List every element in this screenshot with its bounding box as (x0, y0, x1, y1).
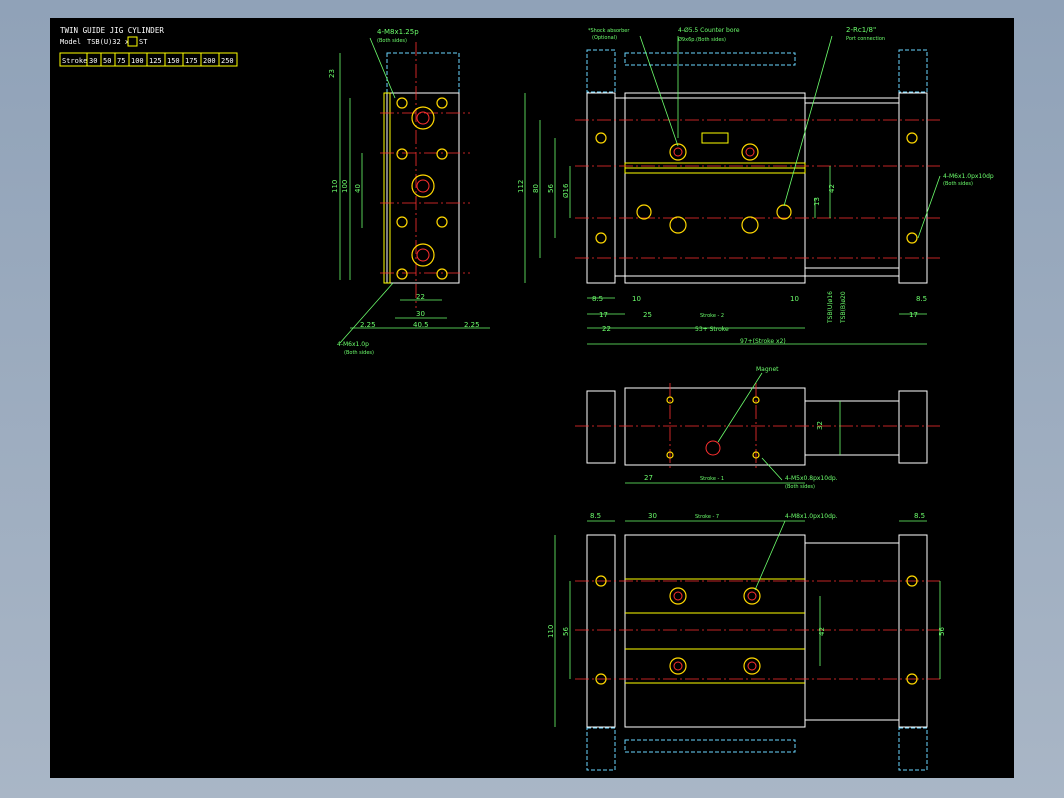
dim-53-plus-stroke: 53+ Stroke (695, 326, 729, 333)
stroke-value: 100 (131, 57, 144, 65)
title-block: TWIN GUIDE JIG CYLINDER Model TSB(U)32 x… (59, 26, 238, 67)
side-view-holes (666, 396, 760, 459)
bottom-view: 8.5 30 Stroke - 7 4-M8x1.0px10dp. 8.5 11… (547, 512, 946, 771)
dim-27: 27 (644, 474, 653, 482)
dim-56-bottom-left: 56 (562, 627, 570, 636)
dim-stroke-minus-2: Stroke - 2 (700, 313, 724, 319)
dim-80: 80 (532, 184, 540, 193)
left-tap-bottom-sub: (Both sides) (344, 350, 374, 356)
front-view-centerlines (575, 119, 940, 259)
shock-absorber-note: *Shock absorber (588, 28, 630, 34)
model-value: TSB(U)32 x (87, 38, 129, 46)
dim-dia16: Ø16 (562, 183, 570, 198)
left-tap-top-sub: (Both sides) (377, 38, 407, 44)
stroke-value: 200 (203, 57, 216, 65)
left-view-holes (396, 97, 448, 280)
front-view-holes (595, 132, 918, 244)
port-note: 2-Rc1/8" (846, 26, 876, 34)
magnet-note: Magnet (756, 366, 779, 373)
side-tap-note: 4-M5x0.8px10dp. (785, 475, 838, 482)
right-tap-note: 4-M6x1.0px10dp (943, 173, 994, 180)
counter-bore-sub: Ø9x6p.(Both sides) (678, 36, 726, 43)
counter-bore-note: 4-Ø5.5 Counter bore (678, 27, 740, 34)
dim-110: 110 (331, 180, 339, 193)
left-tap-bottom-note: 4-M6x1.0p (337, 341, 369, 348)
model-label: Model (60, 38, 81, 46)
dim-17-right: 17 (909, 311, 918, 319)
shock-absorber-sub: (Optional) (592, 35, 617, 41)
dim-110-bottom: 110 (547, 625, 555, 638)
dim-56: 56 (547, 184, 555, 193)
bottom-tap-note: 4-M8x1.0px10dp. (785, 513, 838, 520)
dim-2-25-left: 2.25 (360, 321, 376, 329)
left-tap-top-note: 4-M8x1.25p (377, 28, 419, 36)
dim-97-plus-stroke: 97+(Stroke x2) (740, 338, 786, 345)
side-tap-sub: (Both sides) (785, 484, 815, 490)
drawing-viewport[interactable]: TWIN GUIDE JIG CYLINDER Model TSB(U)32 x… (50, 18, 1014, 778)
dim-25: 25 (643, 311, 652, 319)
left-end-view: 4-M8x1.25p (Both sides) 4-M6x1.0p (Both … (328, 28, 490, 356)
dim-32: 32 (816, 421, 824, 430)
dim-stroke-minus-1: Stroke - 1 (700, 476, 724, 482)
name-plate (701, 132, 729, 144)
dim-22-front: 22 (602, 325, 611, 333)
dim-8-5-right: 8.5 (916, 295, 927, 303)
dim-10-right: 10 (790, 295, 799, 303)
side-view: Magnet 4-M5x0.8px10dp. (Both sides) 32 2… (575, 366, 940, 490)
dim-8-5-bottom-left: 8.5 (590, 512, 601, 520)
stroke-value: 75 (117, 57, 125, 65)
stroke-value: 125 (149, 57, 162, 65)
dim-40: 40 (354, 184, 362, 193)
dim-22: 22 (416, 293, 425, 301)
dim-stroke-minus-7: Stroke - 7 (695, 514, 719, 520)
stroke-value: 50 (103, 57, 111, 65)
stroke-value: 150 (167, 57, 180, 65)
dim-30: 30 (416, 310, 425, 318)
dim-tsb-b: TSB(B)ø20 (840, 291, 847, 324)
dim-30-bottom: 30 (648, 512, 657, 520)
dim-10-left: 10 (632, 295, 641, 303)
stroke-value: 175 (185, 57, 198, 65)
dim-42-bottom: 42 (818, 627, 826, 636)
stroke-header: Stroke (62, 57, 87, 65)
dim-42: 42 (828, 184, 836, 193)
cad-drawing: TWIN GUIDE JIG CYLINDER Model TSB(U)32 x… (59, 26, 994, 771)
dim-112: 112 (517, 180, 525, 193)
stroke-box (127, 36, 138, 47)
drawing-title: TWIN GUIDE JIG CYLINDER (60, 26, 164, 35)
dim-13: 13 (813, 197, 821, 206)
stroke-table: Stroke 30 50 75 100 125 150 175 200 250 (59, 52, 238, 67)
dim-40-5: 40.5 (413, 321, 429, 329)
dim-2-25-right: 2.25 (464, 321, 480, 329)
dim-tsb-u: TSB(U)ø16 (827, 291, 834, 324)
right-tap-sub: (Both sides) (943, 181, 973, 187)
dim-100: 100 (341, 180, 349, 193)
model-suffix: ST (139, 38, 148, 46)
dim-8-5-left: 8.5 (592, 295, 603, 303)
port-sub: Port connection (846, 36, 885, 42)
stroke-value: 250 (221, 57, 234, 65)
stroke-value: 30 (89, 57, 97, 65)
dim-17-left: 17 (599, 311, 608, 319)
dim-23: 23 (328, 69, 336, 78)
dim-8-5-bottom-right: 8.5 (914, 512, 925, 520)
dim-56-bottom-right: 56 (938, 627, 946, 636)
front-view: *Shock absorber (Optional) 4-Ø5.5 Counte… (517, 26, 994, 345)
